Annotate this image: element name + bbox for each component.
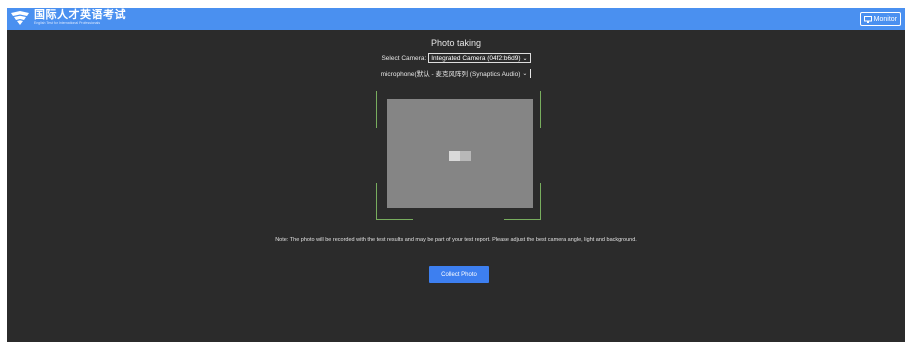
logo-emblem-icon [11,11,29,25]
monitor-button[interactable]: Monitor [859,12,901,26]
camera-preview [387,99,533,208]
microphone-select-value: microphone(默认 - 麦克风阵列 (Synaptics Audio) [380,71,521,78]
camera-select[interactable]: Integrated Camera (04f2:b6d9) ⌄ [428,53,531,63]
camera-select-value: Integrated Camera (04f2:b6d9) [431,54,521,62]
note-text: Note: The photo will be recorded with th… [275,237,637,243]
top-bar: 国际人才英语考试 English Test for International … [7,8,905,30]
chevron-down-icon: ⌄ [522,70,528,77]
monitor-label: Monitor [873,15,897,23]
microphone-select[interactable]: microphone(默认 - 麦克风阵列 (Synaptics Audio) … [7,68,905,78]
camera-label: Select Camera: [381,54,427,62]
chevron-down-icon: ⌄ [522,55,528,62]
image-placeholder-icon [449,151,471,161]
collect-photo-button[interactable]: Collect Photo [429,266,489,283]
app-window: 国际人才英语考试 English Test for International … [7,8,905,342]
text-cursor [530,68,532,78]
logo-title: 国际人才英语考试 [34,9,126,21]
logo-subtitle: English Test for International Professio… [34,21,101,25]
camera-row: Select Camera: Integrated Camera (04f2:b… [7,53,905,63]
logo: 国际人才英语考试 English Test for International … [10,10,126,28]
monitor-icon [863,15,872,23]
page-title: Photo taking [430,38,482,48]
